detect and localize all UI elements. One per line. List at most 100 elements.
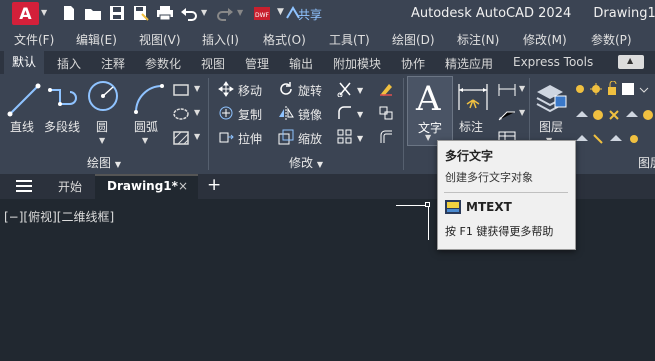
menu-insert[interactable]: 插入(I)	[202, 31, 239, 48]
title-bar: A ▼ ▼ ▼ DWF ▼ 共享 Autodesk AutoCAD 2024 D…	[0, 0, 655, 27]
menu-dimension[interactable]: 标注(N)	[457, 31, 499, 48]
crosshair-horizontal	[396, 205, 428, 206]
tab-parametric[interactable]: 参数化	[145, 55, 181, 72]
ellipse-icon[interactable]	[172, 106, 190, 125]
rectangle-chevron-icon[interactable]: ▼	[194, 84, 200, 93]
tab-drawing1[interactable]: Drawing1* ×	[95, 174, 198, 199]
fillet-button[interactable]: ▼	[337, 104, 363, 124]
tab-annotate[interactable]: 注释	[101, 55, 125, 72]
ellipse-chevron-icon[interactable]: ▼	[194, 108, 200, 117]
menu-view[interactable]: 视图(V)	[139, 31, 181, 48]
array-button[interactable]: ▼	[337, 128, 363, 148]
text-icon: A	[416, 79, 441, 119]
menu-draw[interactable]: 绘图(D)	[392, 31, 435, 48]
tab-addins[interactable]: 附加模块	[333, 55, 381, 72]
rotate-label: 旋转	[298, 83, 323, 98]
layers-button-label[interactable]: 图层	[539, 118, 563, 135]
redo-chevron-icon[interactable]: ▼	[237, 8, 243, 17]
hatch-chevron-icon[interactable]: ▼	[194, 132, 200, 141]
tab-view[interactable]: 视图	[201, 55, 225, 72]
linear-dimension-icon[interactable]	[497, 82, 517, 101]
tab-output[interactable]: 输出	[289, 55, 313, 72]
save-icon[interactable]	[108, 4, 126, 22]
new-file-icon[interactable]	[60, 4, 78, 22]
layer-properties-icon[interactable]	[533, 80, 567, 117]
tab-insert[interactable]: 插入	[57, 55, 81, 72]
trim-chevron-icon: ▼	[357, 85, 364, 95]
tab-start[interactable]: 开始	[58, 178, 82, 195]
undo-chevron-icon[interactable]: ▼	[201, 8, 207, 17]
tab-featured-apps[interactable]: 精选应用	[445, 55, 493, 72]
layer-state-icons[interactable]	[574, 80, 655, 100]
line-button-label[interactable]: 直线	[10, 118, 34, 135]
circle-chevron-icon[interactable]: ▼	[99, 136, 105, 145]
offset-button[interactable]	[378, 128, 394, 148]
linear-dimension-chevron-icon[interactable]: ▼	[519, 84, 525, 93]
dimension-icon[interactable]	[456, 80, 490, 117]
layer-match-icons[interactable]	[574, 131, 655, 150]
tab-express-tools[interactable]: Express Tools	[513, 55, 593, 69]
layer-tools-icons[interactable]	[574, 107, 655, 126]
hatch-icon[interactable]	[172, 130, 190, 149]
copy-button[interactable]: 复制	[218, 104, 262, 124]
line-icon[interactable]	[4, 80, 44, 123]
app-logo[interactable]: A	[12, 2, 39, 25]
dwf-publish-icon[interactable]: DWF	[253, 4, 271, 22]
text-button[interactable]: A 文字 ▼	[407, 76, 453, 146]
print-icon[interactable]	[156, 4, 174, 22]
command-icon	[445, 200, 461, 217]
mirror-button[interactable]: 镜像	[278, 104, 322, 124]
leader-icon[interactable]	[497, 106, 517, 125]
share-icon[interactable]	[283, 4, 300, 22]
share-label[interactable]: 共享	[298, 6, 322, 23]
circle-icon[interactable]	[86, 79, 120, 116]
draw-panel-title[interactable]: 绘图 ▼	[87, 154, 121, 171]
ribbon-minimize-button[interactable]: ▲	[618, 55, 644, 69]
menu-file[interactable]: 文件(F)	[14, 31, 54, 48]
scale-button[interactable]: 缩放	[278, 128, 322, 148]
menu-edit[interactable]: 编辑(E)	[76, 31, 117, 48]
array-chevron-icon: ▼	[357, 133, 364, 143]
window-title: Autodesk AutoCAD 2024 Drawing1.dwg	[411, 6, 655, 21]
polyline-icon[interactable]	[44, 80, 84, 123]
hamburger-menu-icon[interactable]	[15, 178, 33, 197]
close-icon[interactable]: ×	[178, 179, 188, 193]
trim-button[interactable]: ▼	[337, 80, 363, 100]
trim-icon	[337, 81, 353, 100]
redo-icon[interactable]	[216, 4, 234, 22]
layers-panel-title[interactable]: 图层	[638, 154, 655, 171]
polyline-button-label[interactable]: 多段线	[44, 118, 80, 135]
menu-modify[interactable]: 修改(M)	[523, 31, 567, 48]
menu-parameters[interactable]: 参数(P)	[591, 31, 632, 48]
rectangle-icon[interactable]	[172, 82, 190, 101]
stretch-button[interactable]: 拉伸	[218, 128, 262, 148]
save-as-icon[interactable]	[132, 4, 150, 22]
scale-label: 缩放	[298, 131, 323, 146]
modify-panel-title[interactable]: 修改 ▼	[289, 154, 323, 171]
app-name: Autodesk AutoCAD 2024	[411, 6, 572, 21]
modify-panel-title-text: 修改	[289, 156, 314, 170]
arc-icon[interactable]	[130, 80, 166, 119]
dimension-button-label[interactable]: 标注	[459, 118, 483, 135]
viewport-controls-label[interactable]: [−][俯视][二维线框]	[4, 208, 114, 225]
arc-button-label[interactable]: 圆弧	[134, 118, 158, 135]
menu-format[interactable]: 格式(O)	[263, 31, 306, 48]
erase-button[interactable]	[378, 80, 394, 100]
leader-chevron-icon[interactable]: ▼	[519, 108, 525, 117]
tab-manage[interactable]: 管理	[245, 55, 269, 72]
menu-tools[interactable]: 工具(T)	[329, 31, 370, 48]
tooltip-description: 创建多行文字对象	[445, 171, 533, 184]
menu-bar: 文件(F) 编辑(E) 视图(V) 插入(I) 格式(O) 工具(T) 绘图(D…	[0, 27, 655, 51]
crosshair-vertical	[428, 205, 429, 240]
arc-chevron-icon[interactable]: ▼	[142, 136, 148, 145]
circle-button-label[interactable]: 圆	[96, 118, 108, 135]
add-tab-icon[interactable]: +	[207, 175, 221, 195]
tab-collaborate[interactable]: 协作	[401, 55, 425, 72]
explode-button[interactable]	[378, 104, 394, 124]
undo-icon[interactable]	[180, 4, 198, 22]
open-folder-icon[interactable]	[84, 4, 102, 22]
rotate-button[interactable]: 旋转	[278, 80, 322, 100]
app-menu-chevron-icon[interactable]: ▼	[41, 8, 47, 17]
move-button[interactable]: 移动	[218, 80, 262, 100]
tab-default[interactable]: 默认	[4, 51, 45, 74]
